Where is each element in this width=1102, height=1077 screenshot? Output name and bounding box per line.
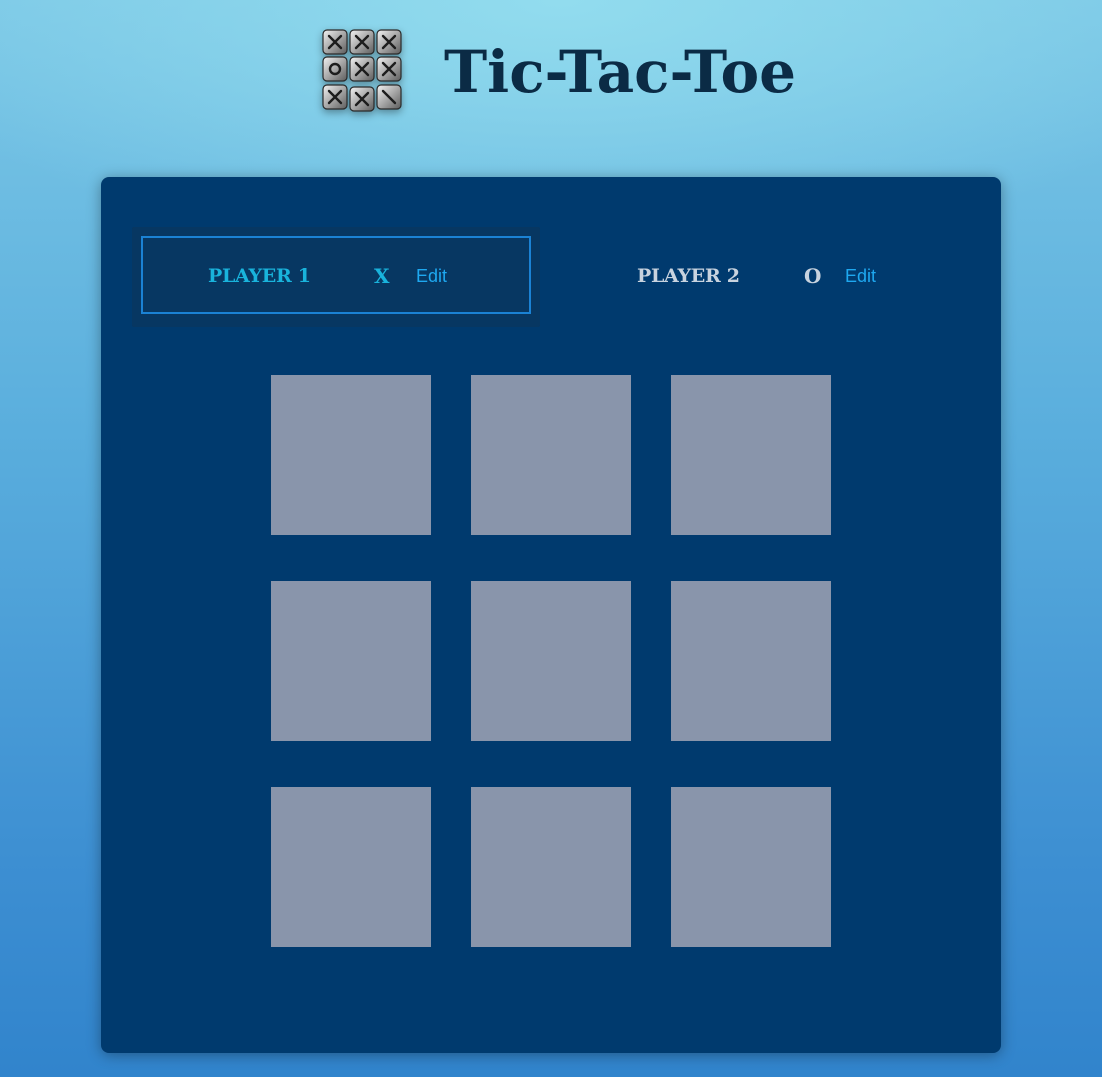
board-cell-1[interactable] [271, 375, 431, 535]
page-header: Tic-Tac-Toe [0, 0, 1102, 150]
board-cell-6[interactable] [671, 581, 831, 741]
board-cell-9[interactable] [671, 787, 831, 947]
player-1-edit-button[interactable]: Edit [416, 266, 447, 287]
player-1-symbol: X [374, 264, 390, 288]
player-1-card: PLAYER 1 X Edit [132, 227, 540, 327]
player-2-card: PLAYER 2 O Edit [562, 227, 970, 327]
page-title: Tic-Tac-Toe [444, 38, 797, 106]
game-board [271, 375, 831, 947]
player-1-name: PLAYER 1 [208, 265, 311, 287]
board-cell-2[interactable] [471, 375, 631, 535]
player-2-edit-button[interactable]: Edit [845, 266, 876, 287]
board-cell-8[interactable] [471, 787, 631, 947]
board-cell-3[interactable] [671, 375, 831, 535]
game-panel: PLAYER 1 X Edit PLAYER 2 O Edit [101, 177, 1001, 1053]
player-2-name: PLAYER 2 [637, 265, 740, 287]
active-player-highlight [141, 236, 531, 314]
board-cell-5[interactable] [471, 581, 631, 741]
board-cell-7[interactable] [271, 787, 431, 947]
tic-tac-toe-logo-icon [322, 29, 402, 112]
player-2-symbol: O [804, 264, 822, 288]
board-cell-4[interactable] [271, 581, 431, 741]
